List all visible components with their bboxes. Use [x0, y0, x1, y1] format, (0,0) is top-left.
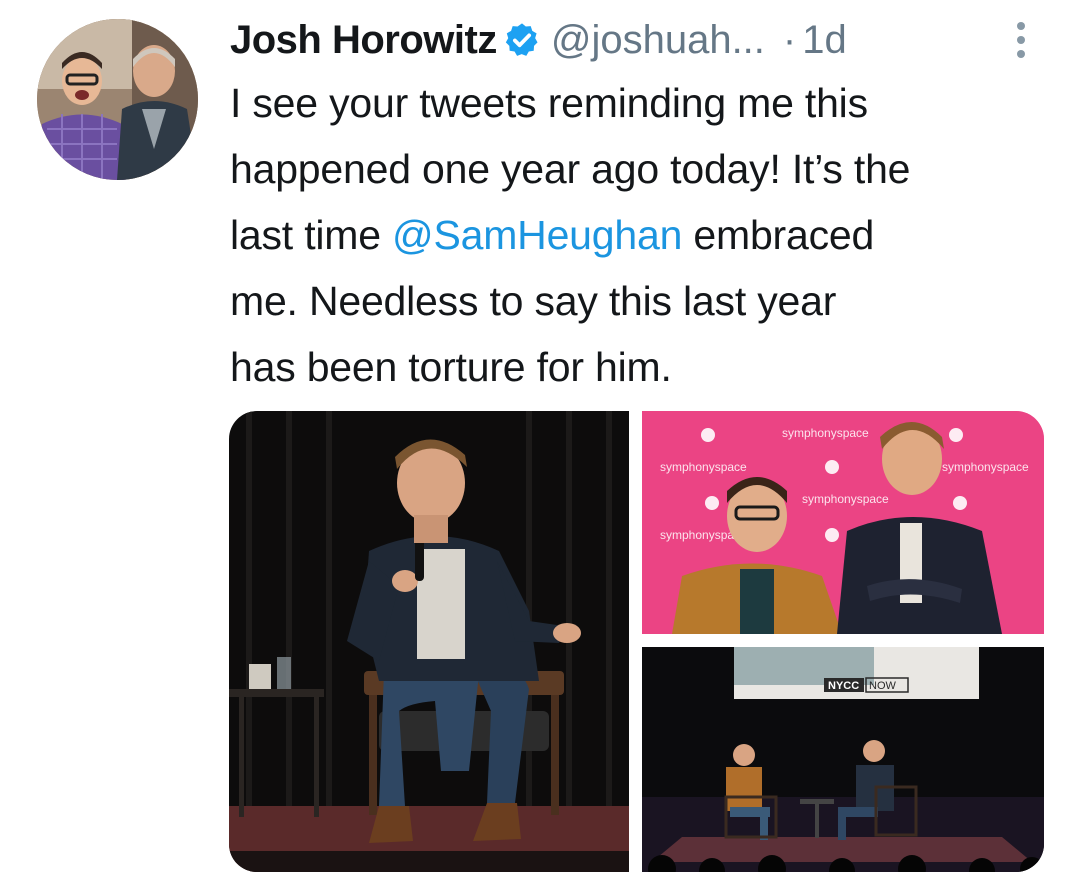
- tweet-text-fragment: last time: [230, 212, 393, 258]
- photo-stage-interview[interactable]: [229, 411, 629, 872]
- photo-stage-wide[interactable]: NYCC NOW: [642, 647, 1044, 872]
- author-display-name[interactable]: Josh Horowitz: [230, 18, 497, 63]
- mention-link[interactable]: @SamHeughan: [392, 212, 682, 258]
- backdrop-text: symphonyspace: [942, 460, 1029, 474]
- tweet-text: I see your tweets reminding me this happ…: [230, 70, 1060, 400]
- tweet-text-line: has been torture for him.: [230, 344, 672, 390]
- media-grid: symphonyspace symphonyspace symphonyspac…: [229, 411, 1044, 872]
- timestamp[interactable]: 1d: [802, 18, 847, 63]
- photo-backdrop-pose[interactable]: symphonyspace symphonyspace symphonyspac…: [642, 411, 1044, 634]
- backdrop-text: symphonyspace: [802, 492, 889, 506]
- verified-badge-icon: [503, 21, 541, 59]
- screen-logo-text: NYCC: [828, 680, 859, 692]
- tweet[interactable]: Josh Horowitz @joshuah... · 1d I see you…: [0, 0, 1078, 882]
- separator-dot: ·: [782, 17, 797, 62]
- author-handle[interactable]: @joshuah...: [551, 18, 765, 63]
- backdrop-text: symphonyspace: [660, 460, 747, 474]
- tweet-text-line: I see your tweets reminding me this: [230, 80, 868, 126]
- avatar-photo: [37, 19, 198, 180]
- tweet-text-fragment: embraced: [682, 212, 875, 258]
- tweet-text-line: me. Needless to say this last year: [230, 278, 837, 324]
- avatar[interactable]: [37, 19, 198, 180]
- tweet-text-line: happened one year ago today! It’s the: [230, 146, 911, 192]
- screen-logo-text: NOW: [869, 680, 897, 692]
- more-vertical-icon[interactable]: [1009, 18, 1033, 62]
- tweet-text-line: last time @SamHeughan embraced: [230, 202, 1060, 268]
- tweet-header: Josh Horowitz @joshuah... · 1d: [230, 14, 847, 66]
- backdrop-text: symphonyspace: [782, 426, 869, 440]
